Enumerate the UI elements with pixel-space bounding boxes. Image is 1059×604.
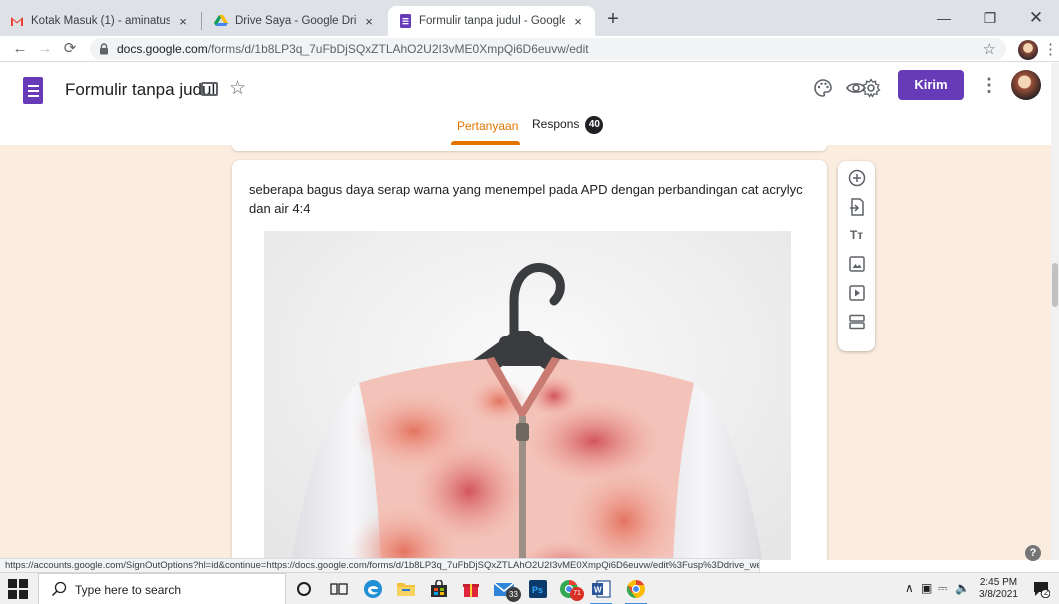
tray-app-icon[interactable]: ▣: [921, 581, 932, 595]
account-avatar[interactable]: [1011, 70, 1041, 100]
tab-responses[interactable]: Respons 40: [532, 116, 604, 134]
url-path: /forms/d/1b8LP3q_7uFbDjSQxZTLAhO2U2I3vME…: [207, 42, 589, 56]
photoshop-icon[interactable]: Ps: [525, 576, 551, 602]
star-icon[interactable]: ☆: [229, 77, 246, 100]
search-icon: [51, 581, 67, 597]
previous-question-card[interactable]: [232, 145, 827, 151]
chrome-notify-icon[interactable]: 71: [556, 576, 584, 602]
question-card[interactable]: seberapa bagus daya serap warna yang men…: [232, 160, 827, 560]
import-questions-icon[interactable]: [846, 196, 867, 217]
forms-header: Formulir tanpa judul ☆ Kirim ⋮ Pertanyaa…: [0, 63, 1059, 145]
browser-tab-strip: Kotak Masuk (1) - aminatussholil × Drive…: [0, 0, 1059, 36]
taskbar-search-box[interactable]: Type here to search: [38, 573, 286, 604]
windows-start-icon[interactable]: [8, 579, 28, 599]
tab-drive[interactable]: Drive Saya - Google Drive ×: [204, 6, 386, 36]
back-icon[interactable]: ←: [10, 39, 30, 59]
volume-icon[interactable]: 🔈: [955, 581, 970, 595]
screen: Kotak Masuk (1) - aminatussholil × Drive…: [0, 0, 1059, 604]
lock-icon: [100, 43, 108, 55]
clock-date: 3/8/2021: [979, 589, 1018, 600]
tab-separator: [201, 12, 202, 30]
forms-icon: [398, 14, 412, 28]
tab-title: Kotak Masuk (1) - aminatussholil: [31, 15, 170, 27]
store-bag-icon[interactable]: [426, 576, 452, 602]
action-center-icon[interactable]: 2: [1032, 580, 1051, 599]
cortana-icon[interactable]: [291, 576, 317, 602]
search-placeholder: Type here to search: [75, 583, 182, 597]
add-question-icon[interactable]: [846, 167, 867, 188]
network-icon[interactable]: ⎓: [938, 581, 948, 596]
tab-title: Drive Saya - Google Drive: [235, 15, 356, 27]
page-scrollbar[interactable]: [1051, 63, 1059, 560]
svg-text:W: W: [594, 586, 602, 595]
tab-responses-label: Respons: [532, 117, 580, 132]
bookmark-star-icon[interactable]: ☆: [983, 40, 996, 58]
chrome-icon[interactable]: [623, 576, 649, 604]
close-tab-icon[interactable]: ×: [362, 14, 376, 29]
mail-app-icon[interactable]: 33: [487, 576, 521, 602]
show-hidden-icons-icon[interactable]: ∧: [905, 581, 914, 595]
reload-icon[interactable]: ⟳: [60, 39, 80, 59]
drive-icon: [214, 14, 228, 28]
responses-count-badge: 40: [585, 116, 604, 134]
more-options-icon[interactable]: ⋮: [980, 75, 998, 96]
add-image-icon[interactable]: [846, 253, 867, 274]
browser-menu-icon[interactable]: ⋮: [1043, 40, 1058, 58]
file-explorer-icon[interactable]: [393, 576, 419, 602]
word-icon[interactable]: W: [588, 576, 614, 604]
restore-icon[interactable]: ❐: [967, 0, 1013, 36]
gmail-icon: [10, 14, 24, 28]
tab-gmail[interactable]: Kotak Masuk (1) - aminatussholil ×: [0, 6, 200, 36]
help-icon[interactable]: ?: [1025, 545, 1041, 561]
status-bar-url: https://accounts.google.com/SignOutOptio…: [0, 558, 760, 572]
url-host: docs.google.com: [117, 42, 208, 56]
new-tab-button[interactable]: +: [601, 8, 625, 32]
edge-browser-icon[interactable]: [360, 576, 386, 602]
add-video-icon[interactable]: [846, 282, 867, 303]
profile-avatar[interactable]: [1018, 40, 1038, 60]
palette-icon[interactable]: [812, 77, 834, 99]
notification-badge: 71: [570, 587, 584, 601]
forward-icon[interactable]: →: [35, 39, 55, 59]
address-bar: ← → ⟳ docs.google.com/forms/d/1b8LP3q_7u…: [0, 36, 1059, 62]
question-image[interactable]: [264, 231, 791, 560]
tab-forms[interactable]: Formulir tanpa judul - Google Fo ×: [388, 6, 595, 36]
form-title[interactable]: Formulir tanpa judul: [65, 80, 215, 100]
notification-count: 2: [1043, 588, 1049, 597]
form-editor-canvas: seberapa bagus daya serap warna yang men…: [0, 145, 1059, 560]
gift-app-icon[interactable]: [458, 576, 484, 602]
settings-gear-icon[interactable]: [860, 77, 882, 99]
add-title-icon[interactable]: Tт: [846, 224, 867, 245]
folder-icon[interactable]: [201, 82, 218, 96]
close-window-icon[interactable]: ✕: [1013, 0, 1059, 36]
minimize-icon[interactable]: —: [921, 0, 967, 36]
close-tab-icon[interactable]: ×: [176, 14, 190, 29]
tab-title: Formulir tanpa judul - Google Fo: [419, 15, 565, 27]
svg-text:Ps: Ps: [532, 585, 543, 595]
add-section-icon[interactable]: [846, 311, 867, 332]
tab-questions[interactable]: Pertanyaan: [457, 119, 518, 133]
google-forms-logo-icon[interactable]: [23, 77, 43, 104]
question-title[interactable]: seberapa bagus daya serap warna yang men…: [249, 180, 819, 218]
question-side-toolbar: Tт: [838, 161, 875, 351]
gown-on-hanger-image: [264, 231, 791, 560]
windows-taskbar: Type here to search 33 Ps 71 W ∧ ▣ ⎓ 🔈 2…: [0, 572, 1059, 604]
scrollbar-thumb[interactable]: [1052, 263, 1058, 307]
task-view-icon[interactable]: [326, 576, 352, 602]
url-text: docs.google.com/forms/d/1b8LP3q_7uFbDjSQ…: [117, 42, 589, 56]
mail-badge: 33: [506, 587, 521, 602]
close-tab-icon[interactable]: ×: [571, 14, 585, 29]
clock-time: 2:45 PM: [979, 577, 1018, 588]
taskbar-clock[interactable]: 2:45 PM 3/8/2021: [979, 577, 1018, 601]
send-button[interactable]: Kirim: [898, 70, 964, 100]
url-field[interactable]: docs.google.com/forms/d/1b8LP3q_7uFbDjSQ…: [90, 38, 1006, 60]
